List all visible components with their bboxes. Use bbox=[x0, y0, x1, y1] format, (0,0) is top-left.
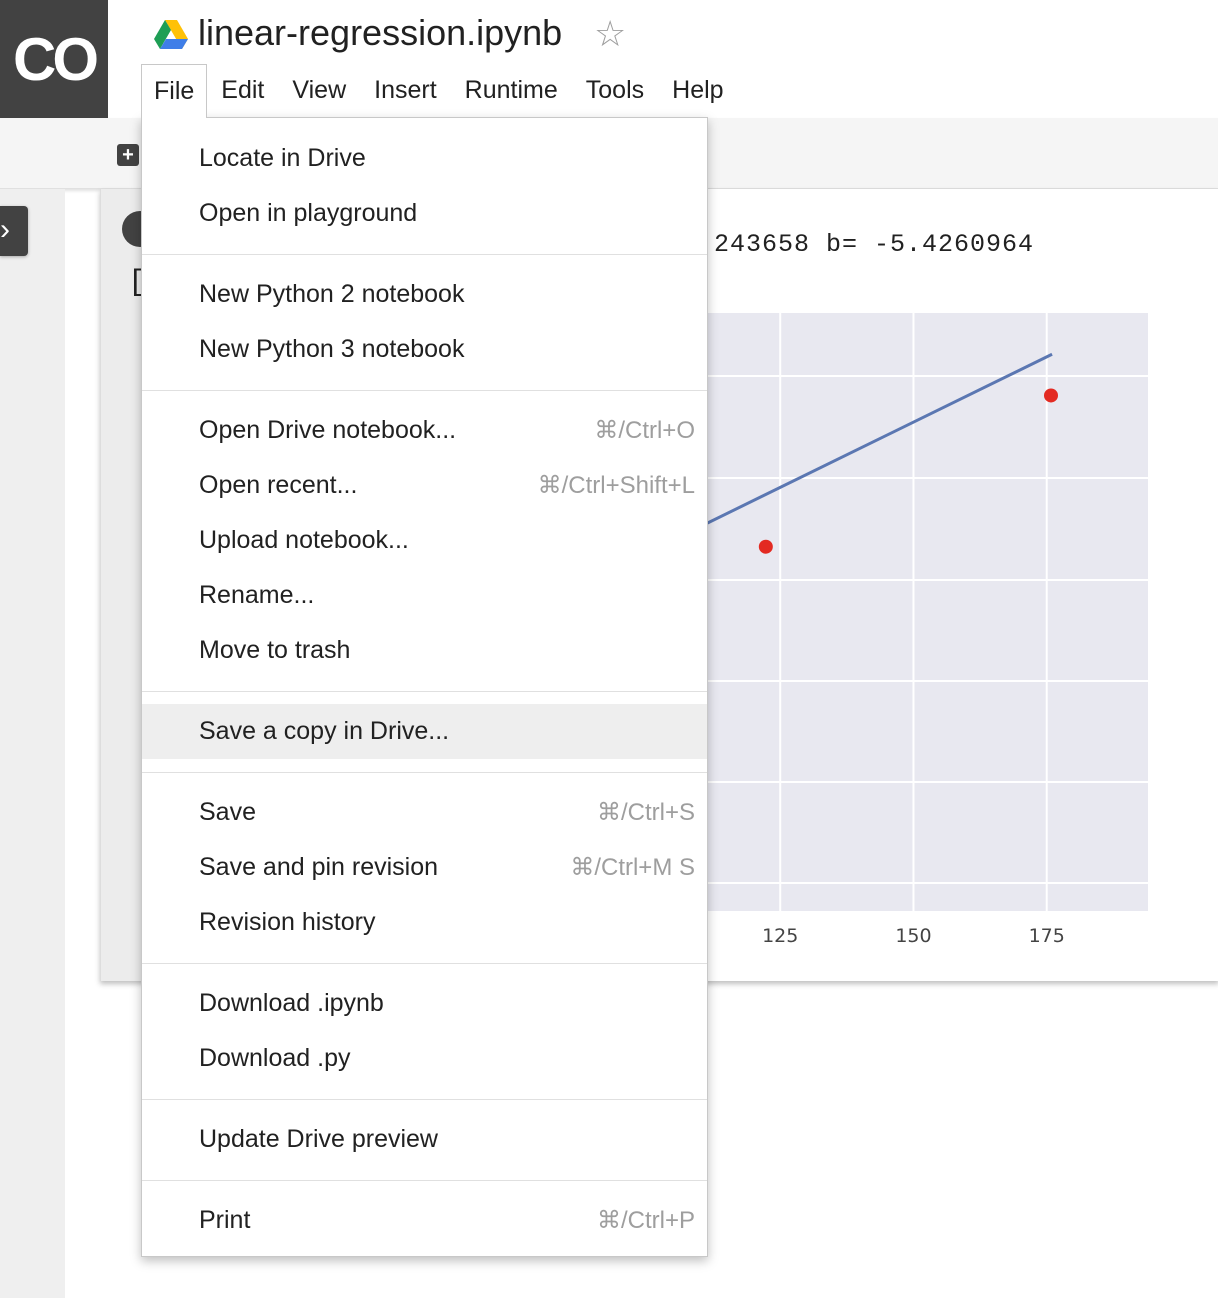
menu-item-label: Move to trash bbox=[199, 636, 351, 664]
menu-item-move-to-trash[interactable]: Move to trash bbox=[142, 623, 707, 678]
menu-separator bbox=[142, 1180, 707, 1181]
x-tick-label: 150 bbox=[895, 925, 931, 947]
menu-item-update-drive-preview[interactable]: Update Drive preview bbox=[142, 1112, 707, 1167]
menu-item-label: Print bbox=[199, 1206, 251, 1234]
menu-item-save[interactable]: Save ⌘/Ctrl+S bbox=[142, 785, 707, 840]
menu-item-label: Download .py bbox=[199, 1044, 351, 1072]
menu-item-upload-notebook[interactable]: Upload notebook... bbox=[142, 513, 707, 568]
menu-separator bbox=[142, 772, 707, 773]
data-point bbox=[758, 539, 773, 554]
menu-item-shortcut: ⌘/Ctrl+P bbox=[596, 1207, 695, 1234]
menu-item-locate-in-drive[interactable]: Locate in Drive bbox=[142, 131, 707, 186]
menu-item-label: Download .ipynb bbox=[199, 989, 384, 1017]
menu-item-shortcut: ⌘/Ctrl+S bbox=[596, 799, 695, 826]
menu-separator bbox=[142, 390, 707, 391]
menu-item-rename[interactable]: Rename... bbox=[142, 568, 707, 623]
menu-item-open-recent[interactable]: Open recent... ⌘/Ctrl+Shift+L bbox=[142, 458, 707, 513]
menu-item-label: Open Drive notebook... bbox=[199, 416, 457, 444]
menu-item-label: Upload notebook... bbox=[199, 526, 409, 554]
menu-item-label: Revision history bbox=[199, 908, 376, 936]
file-menu-dropdown: Locate in Drive Open in playground New Pyt… bbox=[141, 117, 708, 1257]
menu-item-label: New Python 3 notebook bbox=[199, 335, 465, 363]
x-tick-label: 125 bbox=[762, 925, 798, 947]
menu-item-new-python-3-notebook[interactable]: New Python 3 notebook bbox=[142, 322, 707, 377]
menu-item-label: Open recent... bbox=[199, 471, 358, 499]
menu-item-label: Update Drive preview bbox=[199, 1125, 438, 1153]
x-tick-label: 175 bbox=[1029, 925, 1065, 947]
menu-item-label: Locate in Drive bbox=[199, 144, 366, 172]
menu-item-open-in-playground[interactable]: Open in playground bbox=[142, 186, 707, 241]
menu-item-label: Rename... bbox=[199, 581, 315, 609]
menu-item-label: Save bbox=[199, 798, 256, 826]
menu-separator bbox=[142, 963, 707, 964]
menu-item-save-a-copy-in-drive[interactable]: Save a copy in Drive... bbox=[142, 704, 707, 759]
menu-separator bbox=[142, 691, 707, 692]
menu-item-download-ipynb[interactable]: Download .ipynb bbox=[142, 976, 707, 1031]
menu-separator bbox=[142, 1099, 707, 1100]
menu-file[interactable]: File bbox=[141, 64, 208, 118]
menu-item-save-and-pin-revision[interactable]: Save and pin revision ⌘/Ctrl+M S bbox=[142, 840, 707, 895]
menu-item-shortcut: ⌘/Ctrl+M S bbox=[570, 854, 695, 881]
menu-separator bbox=[142, 254, 707, 255]
menu-item-shortcut: ⌘/Ctrl+O bbox=[594, 417, 695, 444]
menu-item-label: Save a copy in Drive... bbox=[199, 717, 450, 745]
menu-item-label: New Python 2 notebook bbox=[199, 280, 465, 308]
menu-item-new-python-2-notebook[interactable]: New Python 2 notebook bbox=[142, 267, 707, 322]
menu-item-open-drive-notebook[interactable]: Open Drive notebook... ⌘/Ctrl+O bbox=[142, 403, 707, 458]
menu-item-print[interactable]: Print ⌘/Ctrl+P bbox=[142, 1193, 707, 1248]
data-point bbox=[1043, 388, 1058, 403]
menu-item-label: Open in playground bbox=[199, 199, 418, 227]
menu-item-download-py[interactable]: Download .py bbox=[142, 1031, 707, 1086]
menu-item-label: Save and pin revision bbox=[199, 853, 439, 881]
menu-item-revision-history[interactable]: Revision history bbox=[142, 895, 707, 950]
menu-item-shortcut: ⌘/Ctrl+Shift+L bbox=[537, 472, 695, 499]
